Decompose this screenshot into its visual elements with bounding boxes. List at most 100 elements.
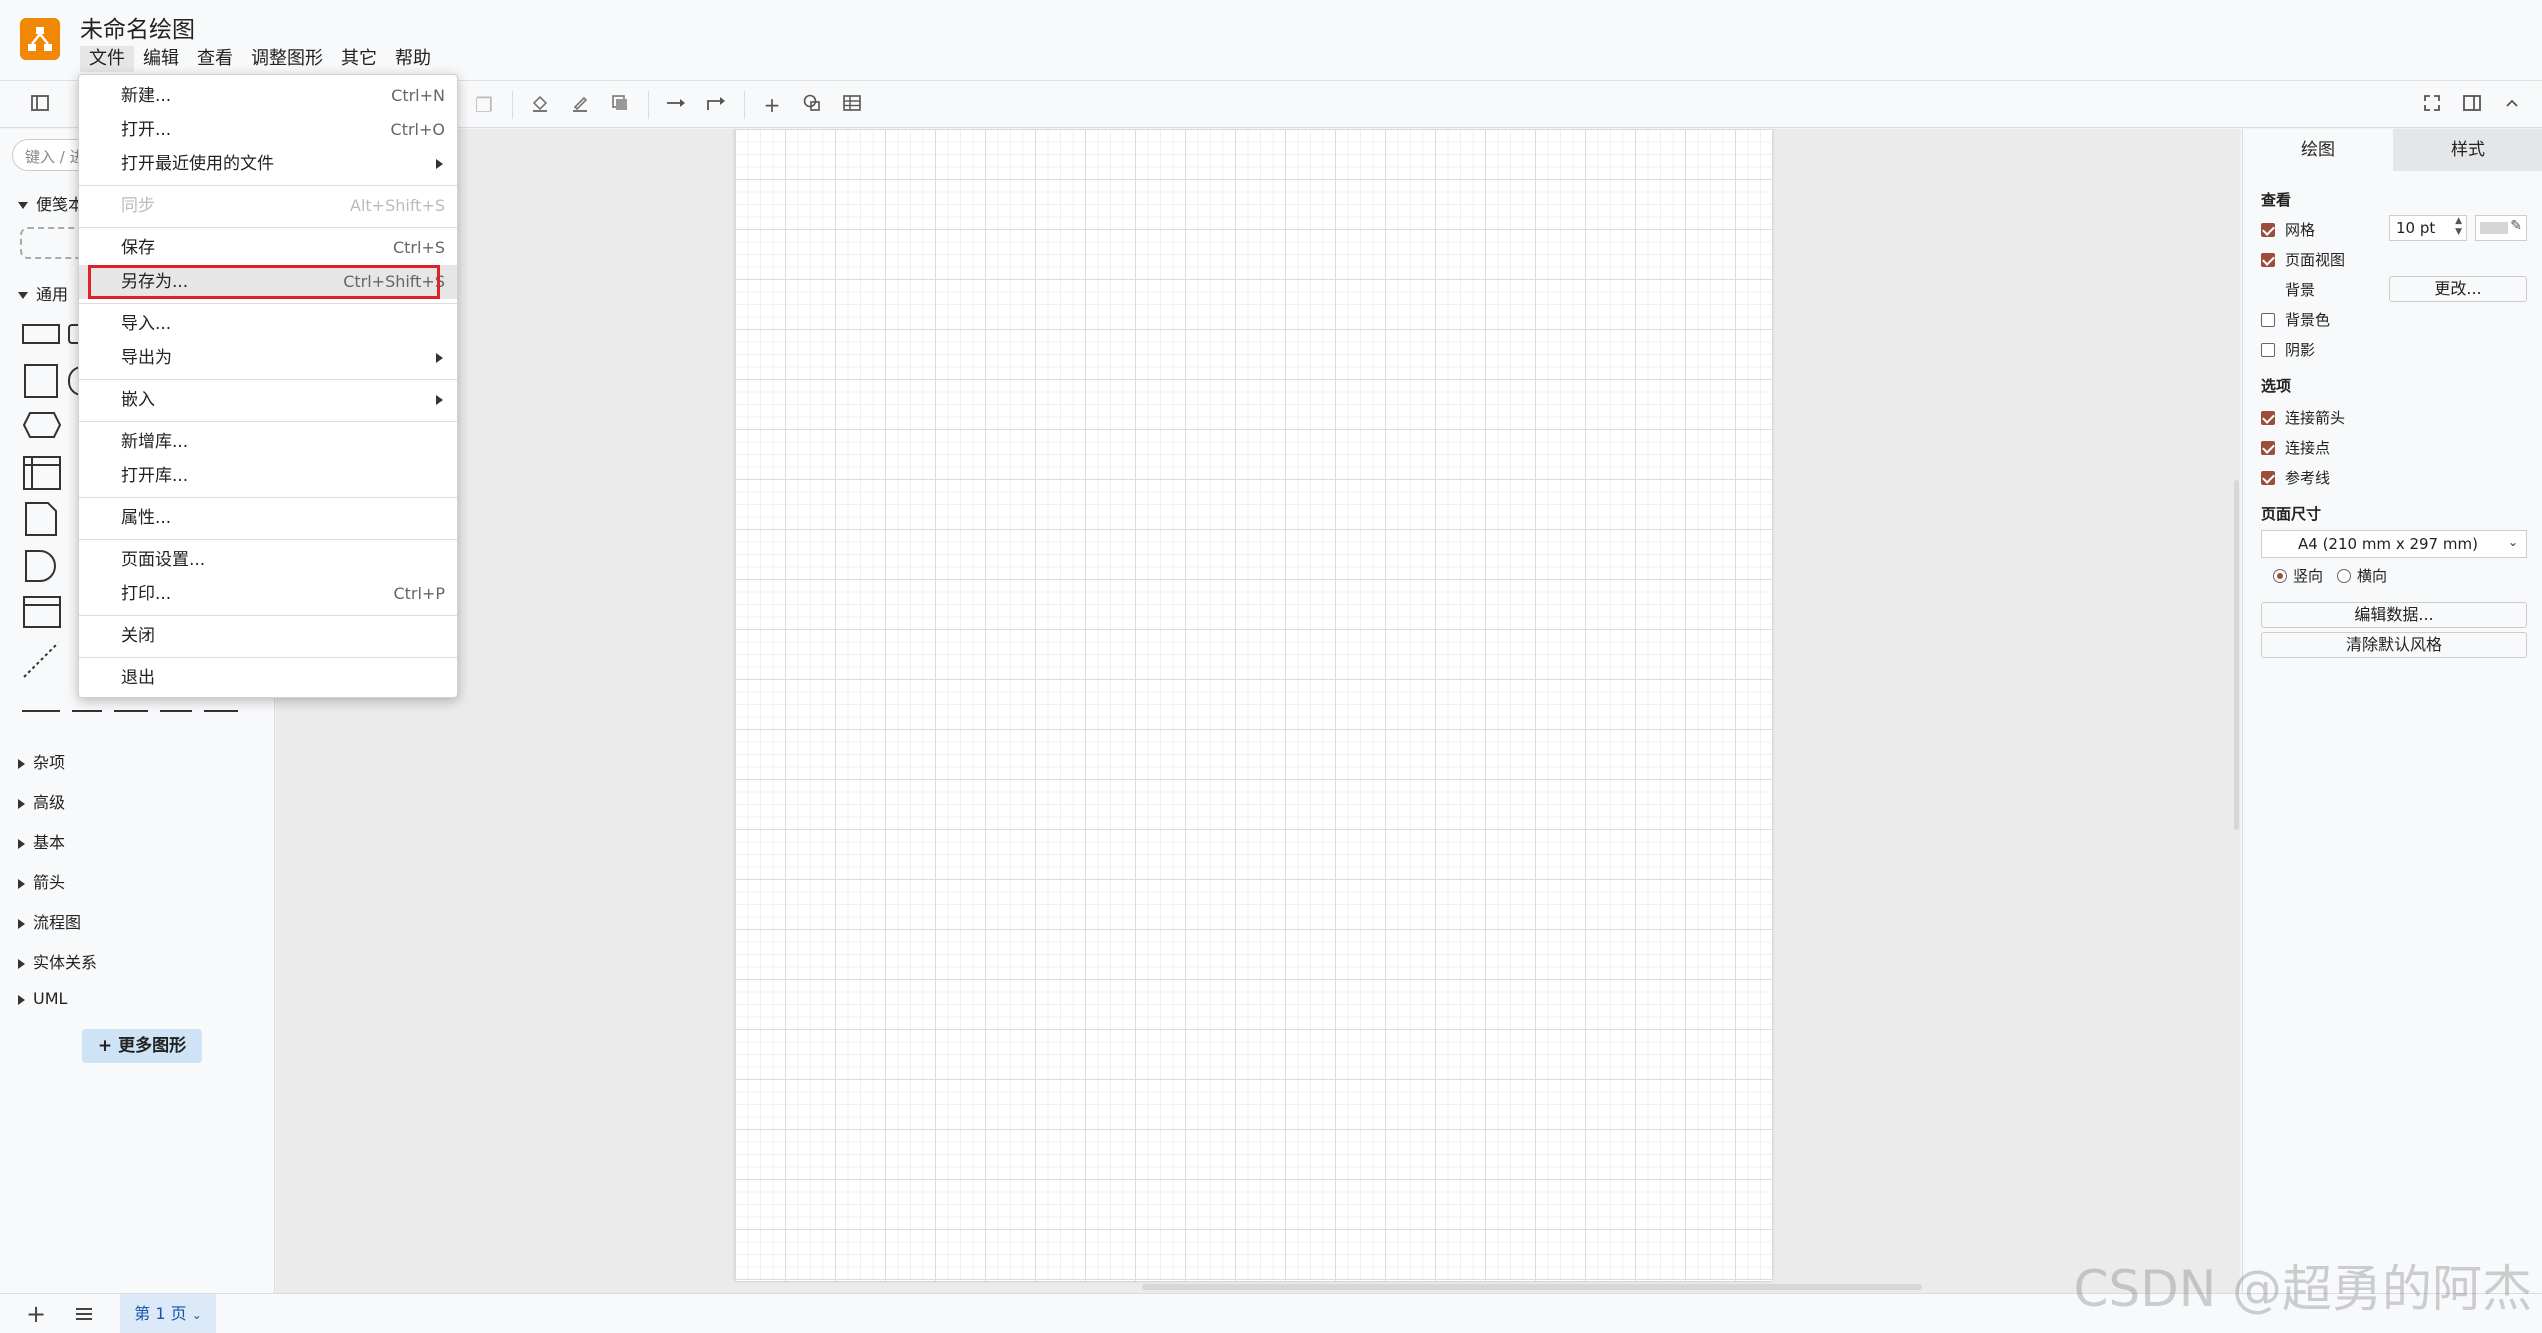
- horizontal-scrollbar[interactable]: [1142, 1284, 1922, 1290]
- square-shape[interactable]: [24, 364, 58, 398]
- clear-default-style-button[interactable]: 清除默认风格: [2261, 632, 2527, 658]
- menu-extras[interactable]: 其它: [332, 46, 386, 72]
- guides-option[interactable]: 参考线: [2261, 467, 2330, 488]
- menu-item-open-recent[interactable]: 打开最近使用的文件: [79, 147, 457, 181]
- category-uml[interactable]: UML: [18, 989, 67, 1008]
- menu-item-properties[interactable]: 属性...: [79, 501, 457, 535]
- connection-arrows-option[interactable]: 连接箭头: [2261, 407, 2345, 428]
- page-view-option[interactable]: 页面视图: [2261, 249, 2345, 270]
- document-title[interactable]: 未命名绘图: [80, 10, 195, 44]
- menu-view[interactable]: 查看: [188, 46, 242, 72]
- change-background-button[interactable]: 更改...: [2389, 276, 2527, 302]
- app-logo[interactable]: [20, 18, 60, 60]
- page-view-checkbox[interactable]: [2261, 252, 2275, 267]
- menu-item-save[interactable]: 保存 Ctrl+S: [79, 231, 457, 265]
- menu-item-close[interactable]: 关闭: [79, 619, 457, 653]
- drawing-page[interactable]: [735, 129, 1772, 1281]
- category-flowchart[interactable]: 流程图: [18, 909, 81, 933]
- canvas-area[interactable]: [276, 129, 2240, 1293]
- menu-item-sync: 同步 Alt+Shift+S: [121, 196, 445, 216]
- tab-style[interactable]: 样式: [2393, 129, 2542, 171]
- insert-plus-icon[interactable]: +: [760, 93, 784, 117]
- menu-help[interactable]: 帮助: [386, 46, 440, 72]
- rectangle-shape[interactable]: [22, 324, 60, 344]
- header: 未命名绘图 文件 编辑 查看 调整图形 其它 帮助: [0, 0, 2542, 80]
- submenu-arrow-icon: [436, 353, 443, 363]
- menu-arrange[interactable]: 调整图形: [242, 46, 332, 72]
- tab-diagram[interactable]: 绘图: [2243, 129, 2393, 171]
- menu-item-export-as[interactable]: 导出为: [79, 341, 457, 375]
- scratchpad-section[interactable]: 便笺本: [18, 191, 84, 215]
- portrait-radio[interactable]: [2273, 568, 2287, 583]
- connection-points-checkbox[interactable]: [2261, 440, 2275, 455]
- container-shape[interactable]: [22, 595, 62, 634]
- document-shape[interactable]: [24, 501, 58, 542]
- more-shapes-button[interactable]: + 更多图形: [82, 1029, 202, 1063]
- menu-item-exit[interactable]: 退出: [79, 661, 457, 695]
- grid-size-input[interactable]: 10 pt ▲ ▼: [2389, 215, 2467, 241]
- shadow-checkbox[interactable]: [2261, 342, 2275, 357]
- menu-item-import[interactable]: 导入...: [79, 307, 457, 341]
- hexagon-shape[interactable]: [22, 411, 62, 444]
- menu-item-open[interactable]: 打开... Ctrl+O: [79, 113, 457, 147]
- guides-checkbox[interactable]: [2261, 470, 2275, 485]
- options-section-title: 选项: [2261, 377, 2292, 395]
- duplicate-icon[interactable]: ❐: [472, 93, 496, 117]
- menu-item-open-library[interactable]: 打开库...: [79, 459, 457, 493]
- watermark: CSDN @超勇的阿杰: [2073, 1260, 2532, 1318]
- category-basic[interactable]: 基本: [18, 829, 65, 853]
- submenu-arrow-icon: [436, 395, 443, 405]
- stepper-arrows-icon[interactable]: ▲ ▼: [2455, 216, 2462, 238]
- connector-shapes-row[interactable]: [22, 701, 242, 712]
- dashed-line-shape[interactable]: [22, 641, 60, 684]
- menu-item-new-library[interactable]: 新增库...: [79, 425, 457, 459]
- landscape-radio[interactable]: [2337, 568, 2352, 583]
- table-icon[interactable]: [840, 93, 864, 117]
- sidebar-toggle-icon[interactable]: [28, 93, 52, 117]
- background-color-option[interactable]: 背景色: [2261, 309, 2330, 330]
- category-misc[interactable]: 杂项: [18, 749, 65, 773]
- connection-arrows-checkbox[interactable]: [2261, 410, 2275, 425]
- fill-color-icon[interactable]: [528, 93, 552, 117]
- pages-menu-icon[interactable]: [74, 1306, 94, 1327]
- category-arrows[interactable]: 箭头: [18, 869, 65, 893]
- menu-file[interactable]: 文件: [80, 46, 134, 72]
- page-tab-1[interactable]: 第 1 页 ⌄: [120, 1294, 216, 1333]
- grid-checkbox[interactable]: [2261, 222, 2275, 237]
- fullscreen-icon[interactable]: [2420, 93, 2444, 117]
- format-panel-icon[interactable]: [2460, 93, 2484, 117]
- page-view-label: 页面视图: [2285, 251, 2346, 269]
- page-size-section-title: 页面尺寸: [2261, 505, 2322, 523]
- add-page-icon[interactable]: +: [26, 1300, 46, 1328]
- edit-data-button[interactable]: 编辑数据...: [2261, 602, 2527, 628]
- shapes-icon[interactable]: [800, 93, 824, 117]
- connection-points-option[interactable]: 连接点: [2261, 437, 2330, 458]
- vertical-scrollbar[interactable]: [2234, 480, 2239, 830]
- menu-item-new[interactable]: 新建... Ctrl+N: [79, 79, 457, 113]
- menu-item-embed[interactable]: 嵌入: [79, 383, 457, 417]
- internal-storage-shape[interactable]: [22, 455, 62, 496]
- shadow-option[interactable]: 阴影: [2261, 339, 2315, 360]
- menu-edit[interactable]: 编辑: [134, 46, 188, 72]
- line-color-icon[interactable]: [568, 93, 592, 117]
- grid-option[interactable]: 网格: [2261, 219, 2315, 240]
- menu-item-page-setup[interactable]: 页面设置...: [79, 543, 457, 577]
- menu-item-print[interactable]: 打印... Ctrl+P: [79, 577, 457, 611]
- page-size-select[interactable]: A4 (210 mm x 297 mm) ⌄: [2261, 530, 2527, 558]
- grid-color-picker[interactable]: ✎: [2475, 215, 2527, 241]
- connection-arrows-label: 连接箭头: [2285, 409, 2346, 427]
- background-color-checkbox[interactable]: [2261, 312, 2275, 327]
- general-section[interactable]: 通用: [18, 281, 68, 305]
- connection-points-label: 连接点: [2285, 439, 2331, 457]
- background-color-label: 背景色: [2285, 311, 2331, 329]
- connection-arrow-icon[interactable]: [664, 93, 688, 117]
- waypoints-icon[interactable]: [704, 93, 728, 117]
- shadow-label: 阴影: [2285, 341, 2316, 359]
- collapse-up-icon[interactable]: [2500, 93, 2524, 117]
- delay-shape[interactable]: [24, 549, 58, 588]
- shadow-icon[interactable]: [608, 93, 632, 117]
- category-entity-relation[interactable]: 实体关系: [18, 949, 97, 973]
- save-as-highlight-box: [88, 265, 440, 299]
- orientation-options: 竖向 横向: [2273, 565, 2387, 586]
- category-advanced[interactable]: 高级: [18, 789, 65, 813]
